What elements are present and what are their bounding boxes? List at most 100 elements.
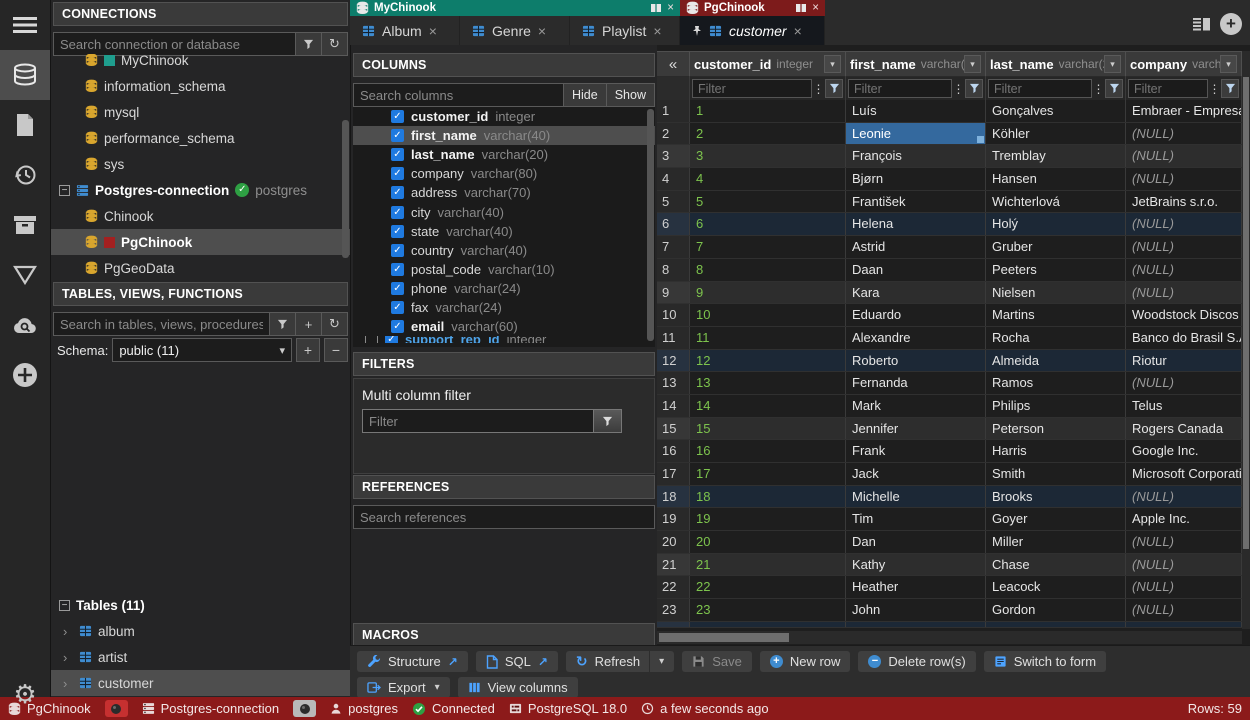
macros-panel-header[interactable]: MACROS — [353, 623, 655, 647]
cell-last-name[interactable]: Rocha — [986, 327, 1126, 349]
row-number[interactable]: 11 — [657, 327, 690, 349]
hide-columns-button[interactable]: Hide — [564, 83, 607, 107]
cell-first-name[interactable]: Daan — [846, 259, 986, 281]
cell-last-name[interactable]: Nielsen — [986, 282, 1126, 304]
cell-first-name[interactable]: Kara — [846, 282, 986, 304]
table-item-album[interactable]: › album — [51, 618, 350, 644]
cell-first-name[interactable]: Leonie — [846, 123, 986, 145]
row-number[interactable]: 12 — [657, 350, 690, 372]
cell-customer-id[interactable]: 11 — [690, 327, 846, 349]
cell-customer-id[interactable]: 7 — [690, 236, 846, 258]
connection-item-mysql[interactable]: mysql — [51, 99, 350, 125]
cell-customer-id[interactable]: 22 — [690, 576, 846, 598]
cell-company[interactable]: Embraer - Empresa Brasileira de Aeronáut… — [1126, 100, 1242, 122]
table-item-customer[interactable]: › customer — [51, 670, 350, 696]
cell-last-name[interactable]: Harris — [986, 440, 1126, 462]
connection-item-mychinook[interactable]: MyChinook — [51, 54, 350, 73]
table-item-artist[interactable]: › artist — [51, 644, 350, 670]
column-item-address[interactable]: ✓ address varchar(70) — [353, 183, 655, 202]
refresh-dropdown-button[interactable]: ▾ — [649, 651, 664, 672]
cell-customer-id[interactable]: 9 — [690, 282, 846, 304]
filter-icon[interactable] — [825, 79, 843, 98]
cell-customer-id[interactable]: 18 — [690, 486, 846, 508]
status-connected[interactable]: Connected — [412, 701, 495, 716]
column-item-first_name[interactable]: ✓ first_name varchar(40) — [353, 126, 655, 145]
connection-item-sys[interactable]: sys — [51, 151, 350, 177]
column-checkbox[interactable]: ✓ — [391, 301, 404, 314]
references-search-input[interactable] — [353, 505, 655, 529]
cell-company[interactable]: JetBrains s.r.o. — [1126, 191, 1242, 213]
row-number[interactable]: 18 — [657, 486, 690, 508]
cell-company[interactable]: (NULL) — [1126, 168, 1242, 190]
column-filter-input[interactable] — [692, 79, 812, 98]
cell-last-name[interactable]: Holý — [986, 213, 1126, 235]
cell-company[interactable]: (NULL) — [1126, 213, 1242, 235]
database-icon[interactable] — [0, 50, 50, 100]
cell-customer-id[interactable]: 3 — [690, 145, 846, 167]
history-icon[interactable] — [0, 150, 50, 200]
tab-group-header[interactable]: PgChinook × — [680, 0, 825, 16]
column-checkbox[interactable]: ✓ — [391, 186, 404, 199]
refresh-icon[interactable]: ↻ — [322, 32, 348, 56]
cell-first-name[interactable]: Luís — [846, 100, 986, 122]
references-panel-header[interactable]: REFERENCES — [353, 475, 655, 499]
cell-customer-id[interactable]: 4 — [690, 168, 846, 190]
column-item-company[interactable]: ✓ company varchar(80) — [353, 164, 655, 183]
grid-column-header-company[interactable]: company varchar(80) ▾ — [1126, 51, 1242, 77]
column-filter-input[interactable] — [988, 79, 1092, 98]
cell-company[interactable]: (NULL) — [1126, 599, 1242, 621]
cell-company[interactable]: Apple Inc. — [1126, 508, 1242, 530]
new-connection-icon[interactable]: + — [1220, 13, 1242, 35]
cell-company[interactable]: (NULL) — [1126, 372, 1242, 394]
scrollbar-thumb[interactable] — [647, 109, 654, 341]
cell-last-name[interactable]: Brooks — [986, 486, 1126, 508]
cell-customer-id[interactable]: 8 — [690, 259, 846, 281]
connection-color-badge[interactable] — [293, 700, 316, 717]
chevron-right-icon[interactable]: › — [63, 624, 73, 639]
row-number[interactable]: 13 — [657, 372, 690, 394]
column-filter-input[interactable] — [848, 79, 952, 98]
cell-first-name[interactable]: Fernanda — [846, 372, 986, 394]
cell-customer-id[interactable]: 6 — [690, 213, 846, 235]
delete-row-s--button[interactable]: − Delete row(s) — [858, 651, 975, 672]
files-icon[interactable] — [0, 100, 50, 150]
cell-first-name[interactable]: Roberto — [846, 350, 986, 372]
cell-customer-id[interactable]: 14 — [690, 395, 846, 417]
cell-first-name[interactable]: Dan — [846, 531, 986, 553]
column-item-last_name[interactable]: ✓ last_name varchar(20) — [353, 145, 655, 164]
filter-icon[interactable] — [965, 79, 983, 98]
cell-first-name[interactable]: Bjørn — [846, 168, 986, 190]
column-checkbox[interactable]: ✓ — [391, 129, 404, 142]
cell-company[interactable]: (NULL) — [1126, 531, 1242, 553]
grid-column-header-customer_id[interactable]: customer_id integer ▾ — [690, 51, 846, 77]
split-window-icon[interactable] — [650, 3, 662, 13]
cell-last-name[interactable]: Gonçalves — [986, 100, 1126, 122]
vertical-scrollbar[interactable] — [1242, 51, 1250, 629]
row-number[interactable]: 9 — [657, 282, 690, 304]
cell-first-name[interactable]: Helena — [846, 213, 986, 235]
chevron-down-icon[interactable]: ▾ — [1220, 55, 1237, 73]
cell-customer-id[interactable]: 19 — [690, 508, 846, 530]
plugins-icon[interactable] — [0, 250, 50, 300]
columns-search-input[interactable] — [353, 83, 564, 107]
cell-company[interactable]: Microsoft Corporation — [1126, 463, 1242, 485]
structure-button[interactable]: Structure ↗ — [357, 651, 468, 672]
cell-last-name[interactable]: Martins — [986, 304, 1126, 326]
filter-icon[interactable] — [270, 312, 296, 336]
cell-last-name[interactable]: Goyer — [986, 508, 1126, 530]
filter-icon[interactable] — [296, 32, 322, 56]
cell-company[interactable]: (NULL) — [1126, 145, 1242, 167]
cell-customer-id[interactable]: 13 — [690, 372, 846, 394]
tables-group[interactable]: − Tables (11) — [51, 592, 350, 618]
kebab-menu-icon[interactable]: ⋮ — [1208, 82, 1221, 96]
cell-last-name[interactable]: Chase — [986, 554, 1126, 576]
cell-first-name[interactable]: John — [846, 599, 986, 621]
row-number[interactable]: 15 — [657, 418, 690, 440]
tab-genre[interactable]: Genre × — [460, 16, 570, 45]
cell-last-name[interactable]: Tremblay — [986, 145, 1126, 167]
column-checkbox[interactable]: ✓ — [391, 225, 404, 238]
kebab-menu-icon[interactable]: ⋮ — [1092, 82, 1105, 96]
filters-panel-header[interactable]: FILTERS — [353, 352, 655, 376]
row-number[interactable]: 22 — [657, 576, 690, 598]
cell-company[interactable]: (NULL) — [1126, 123, 1242, 145]
